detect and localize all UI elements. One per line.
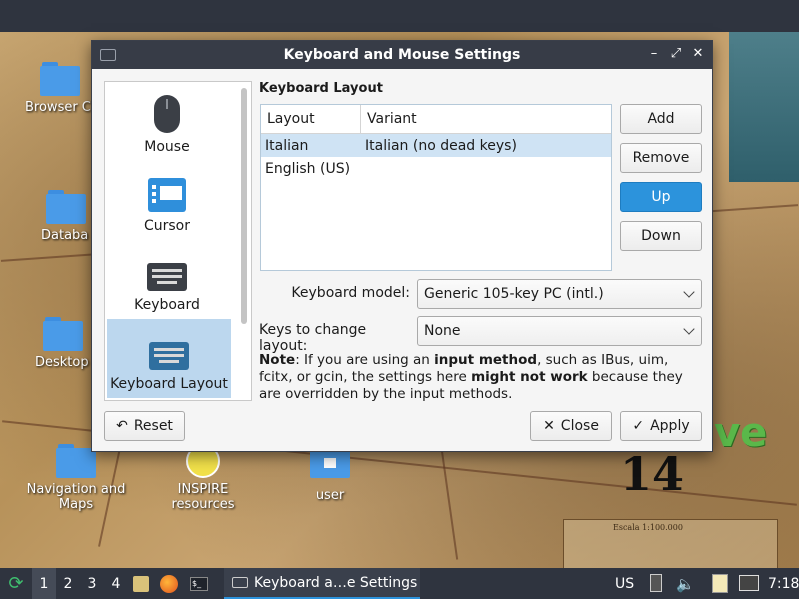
desktop-icon-browser[interactable]: Browser C <box>25 62 95 115</box>
chevron-down-icon <box>683 323 695 335</box>
layout-cell: Italian <box>265 137 309 154</box>
variant-cell: Italian (no dead keys) <box>365 137 517 154</box>
file-manager-icon[interactable] <box>128 568 154 599</box>
desktop-icon-inspire[interactable]: INSPIRE resources <box>153 444 253 512</box>
sidebar-item-keyboard-layout[interactable]: Keyboard Layout <box>107 319 231 398</box>
note-bold: might not work <box>471 369 588 385</box>
close-icon[interactable]: ✕ <box>690 45 706 63</box>
sidebar-item-label: Mouse <box>144 139 190 155</box>
desktop-icon-navigation[interactable]: Navigation and Maps <box>26 444 126 512</box>
undo-icon: ↶ <box>116 418 128 434</box>
reset-label: Reset <box>133 418 173 434</box>
layout-cell: English (US) <box>265 160 351 177</box>
keyboard-model-label: Keyboard model: <box>291 285 410 301</box>
workspace-4[interactable]: 4 <box>104 568 128 599</box>
close-button[interactable]: ✕ Close <box>530 411 612 441</box>
desktop-icon-label: user <box>315 488 345 503</box>
change-layout-value: None <box>424 323 461 339</box>
check-icon: ✓ <box>632 418 645 434</box>
close-icon: ✕ <box>543 418 555 434</box>
note-segment: : If you are using an <box>295 352 435 368</box>
desktop-icon-label: Desktop <box>35 355 89 370</box>
wallpaper-decoration <box>729 32 799 182</box>
apply-label: Apply <box>650 418 690 434</box>
desktop-icon-user[interactable]: user <box>280 450 380 503</box>
folder-icon <box>56 444 96 478</box>
volume-icon[interactable]: 🔈 <box>676 568 695 599</box>
sidebar-item-label: Keyboard Layout <box>110 376 228 392</box>
clipboard-icon[interactable] <box>712 574 728 593</box>
note-bold: Note <box>259 352 296 368</box>
desktop-icon-label: Navigation and Maps <box>26 482 126 512</box>
display-icon[interactable] <box>739 575 759 591</box>
sidebar-item-label: Cursor <box>143 218 191 234</box>
sidebar-item-keyboard[interactable]: Keyboard <box>105 240 229 319</box>
folder-icon <box>40 62 80 96</box>
desktop-icon-databases[interactable]: Databa <box>41 190 91 243</box>
layout-table: Layout Variant Italian Italian (no dead … <box>260 104 612 271</box>
remove-button[interactable]: Remove <box>620 143 702 173</box>
close-label: Close <box>560 418 599 434</box>
battery-icon[interactable] <box>650 574 662 592</box>
dialog-titlebar[interactable]: Keyboard and Mouse Settings – ⤢ ✕ <box>92 41 712 69</box>
dialog-title: Keyboard and Mouse Settings <box>283 47 521 63</box>
workspace-3[interactable]: 3 <box>80 568 104 599</box>
sidebar-item-label: Keyboard <box>134 297 200 313</box>
chevron-down-icon <box>683 286 695 298</box>
change-layout-select[interactable]: None <box>417 316 702 346</box>
up-button[interactable]: Up <box>620 182 702 212</box>
clock[interactable]: 7:18 <box>768 568 799 599</box>
keyboard-model-value: Generic 105-key PC (intl.) <box>424 286 604 302</box>
reset-button[interactable]: ↶ Reset <box>104 411 185 441</box>
sidebar-item-cursor[interactable]: Cursor <box>105 161 229 240</box>
minimize-icon[interactable]: – <box>646 45 662 63</box>
workspace-1[interactable]: 1 <box>32 568 56 599</box>
desktop-icon-label: INSPIRE resources <box>171 482 235 512</box>
keyboard-icon <box>147 263 187 291</box>
top-panel <box>0 0 799 32</box>
wallpaper-green-text: ve <box>714 410 768 456</box>
keyboard-model-select[interactable]: Generic 105-key PC (intl.) <box>417 279 702 309</box>
map-scale-text: Escala 1:100.000 <box>613 523 683 532</box>
mouse-icon <box>154 95 180 133</box>
cursor-icon <box>148 178 186 212</box>
workspace-2[interactable]: 2 <box>56 568 80 599</box>
table-row[interactable]: Italian Italian (no dead keys) <box>261 134 611 157</box>
folder-icon <box>43 317 83 351</box>
settings-sidebar: Mouse Cursor Keyboard Keyboard Layout <box>104 81 252 401</box>
keyboard-indicator[interactable]: US <box>615 568 634 599</box>
settings-dialog: Keyboard and Mouse Settings – ⤢ ✕ Mouse … <box>91 40 713 452</box>
wallpaper-number: 14 <box>620 447 685 501</box>
add-button[interactable]: Add <box>620 104 702 134</box>
desktop-icon-label: Browser C <box>25 100 91 115</box>
keyboard-layout-icon <box>149 342 189 370</box>
column-header-variant[interactable]: Variant <box>361 105 417 133</box>
table-row[interactable]: English (US) <box>261 157 611 180</box>
folder-icon <box>46 190 86 224</box>
keyboard-icon <box>232 577 248 588</box>
table-header: Layout Variant <box>261 105 611 134</box>
down-button[interactable]: Down <box>620 221 702 251</box>
column-header-layout[interactable]: Layout <box>261 105 361 133</box>
sidebar-item-mouse[interactable]: Mouse <box>105 82 229 161</box>
desktop-icon-label: Databa <box>41 228 89 243</box>
task-label: Keyboard a…e Settings <box>254 574 418 591</box>
terminal-icon[interactable]: $_ <box>184 568 214 599</box>
firefox-icon[interactable] <box>154 568 184 599</box>
home-folder-icon <box>310 450 350 478</box>
maximize-icon[interactable]: ⤢ <box>668 45 684 63</box>
note-bold: input method <box>434 352 538 368</box>
variant-cell <box>361 157 365 180</box>
sidebar-scrollbar[interactable] <box>241 88 247 324</box>
taskbar: ⟳ 1 2 3 4 $_ Keyboard a…e Settings US 🔈 … <box>0 568 799 599</box>
section-title: Keyboard Layout <box>259 81 383 96</box>
taskbar-window-button[interactable]: Keyboard a…e Settings <box>224 568 420 599</box>
desktop-icon-desktop[interactable]: Desktop <box>35 317 91 370</box>
start-menu-icon[interactable]: ⟳ <box>0 568 32 599</box>
change-layout-label: Keys to change layout: <box>259 322 367 354</box>
note-text: Note: If you are using an input method, … <box>259 352 699 403</box>
apply-button[interactable]: ✓ Apply <box>620 411 702 441</box>
